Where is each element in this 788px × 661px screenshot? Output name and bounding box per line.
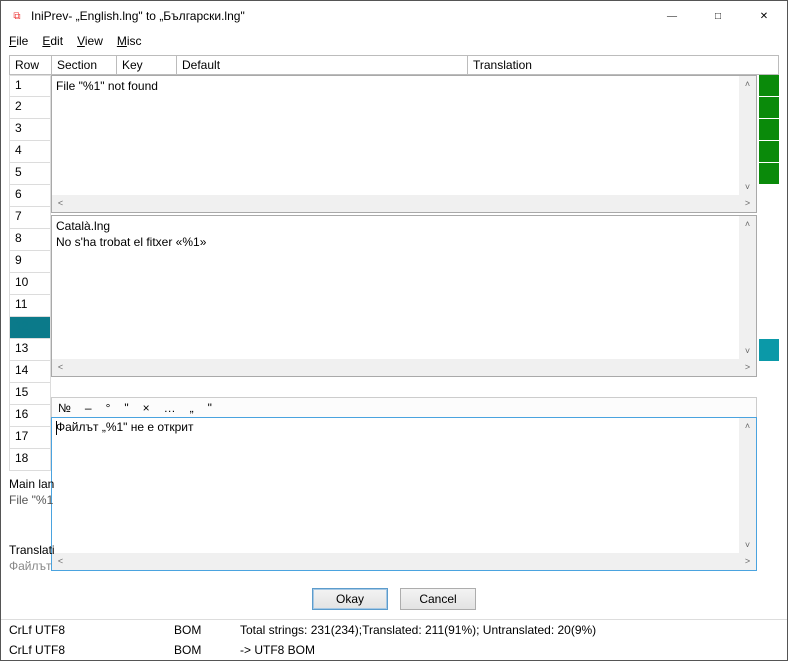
row-num[interactable]: 1 xyxy=(9,75,51,97)
col-default[interactable]: Default xyxy=(176,55,467,75)
menu-edit[interactable]: Edit xyxy=(42,34,63,48)
hscrollbar[interactable]: ˂ ˃ xyxy=(52,195,756,212)
menu-view[interactable]: View xyxy=(77,34,103,48)
dialog-buttons: Okay Cancel xyxy=(1,579,787,619)
insert-lowquote[interactable]: „ xyxy=(190,401,194,415)
status-cell xyxy=(759,97,779,119)
insert-toolbar: № – ° " × … „ " xyxy=(51,397,757,417)
scroll-up-icon[interactable]: ˄ xyxy=(739,216,756,233)
col-section[interactable]: Section xyxy=(51,55,116,75)
status-strip xyxy=(759,75,779,185)
reference-text[interactable]: Català.lng No s'ha trobat el fitxer «%1» xyxy=(52,216,756,252)
row-num[interactable]: 9 xyxy=(9,251,51,273)
scroll-left-icon[interactable]: ˂ xyxy=(52,195,69,212)
translation-text: Файлът „%1" не е открит xyxy=(56,420,193,434)
vscrollbar[interactable]: ˄ ˅ xyxy=(739,418,756,554)
translation-editor[interactable]: Файлът „%1" не е открит ˄ ˅ ˂ ˃ xyxy=(51,417,757,571)
row-number-strip: 1 2 3 4 5 6 7 8 9 10 11 12 13 14 15 16 1… xyxy=(9,75,51,471)
main-language-label: Main lan xyxy=(9,477,54,491)
scroll-down-icon[interactable]: ˅ xyxy=(739,179,756,196)
translation-preview: Файлът xyxy=(9,559,52,573)
row-num[interactable]: 5 xyxy=(9,163,51,185)
minimize-button[interactable]: — xyxy=(649,1,695,31)
row-num-selected[interactable]: 12 xyxy=(9,317,51,339)
row-num[interactable]: 18 xyxy=(9,449,51,471)
status-bar-row2: CrLf UTF8 BOM -> UTF8 BOM xyxy=(1,640,787,660)
insert-closequote[interactable]: " xyxy=(208,401,212,415)
row-num[interactable]: 6 xyxy=(9,185,51,207)
scroll-up-icon[interactable]: ˄ xyxy=(739,76,756,93)
scroll-right-icon[interactable]: ˃ xyxy=(739,553,756,570)
insert-numero[interactable]: № xyxy=(58,401,71,415)
save-encoding: -> UTF8 BOM xyxy=(240,643,779,657)
cancel-button[interactable]: Cancel xyxy=(400,588,476,610)
bom-source: BOM xyxy=(174,623,240,637)
insert-times[interactable]: × xyxy=(143,401,150,415)
col-key[interactable]: Key xyxy=(116,55,176,75)
ok-button[interactable]: Okay xyxy=(312,588,388,610)
col-row[interactable]: Row xyxy=(9,55,51,75)
row-num[interactable]: 8 xyxy=(9,229,51,251)
row-num[interactable]: 7 xyxy=(9,207,51,229)
row-num[interactable]: 14 xyxy=(9,361,51,383)
row-num[interactable]: 10 xyxy=(9,273,51,295)
bom-target: BOM xyxy=(174,643,240,657)
vscrollbar[interactable]: ˄ ˅ xyxy=(739,216,756,360)
column-headers: Row Section Key Default Translation xyxy=(9,55,779,75)
content-area: Row Section Key Default Translation 1 2 … xyxy=(1,51,787,579)
reference-panel: Català.lng No s'ha trobat el fitxer «%1»… xyxy=(51,215,757,377)
row-num[interactable]: 3 xyxy=(9,119,51,141)
scroll-right-icon[interactable]: ˃ xyxy=(739,359,756,376)
status-bar-row1: CrLf UTF8 BOM Total strings: 231(234);Tr… xyxy=(1,619,787,640)
selected-row-mark xyxy=(759,339,779,361)
status-cell xyxy=(759,75,779,97)
scroll-left-icon[interactable]: ˂ xyxy=(52,359,69,376)
encoding-target: CrLf UTF8 xyxy=(9,643,174,657)
status-cell xyxy=(759,163,779,185)
scroll-right-icon[interactable]: ˃ xyxy=(739,195,756,212)
insert-dquote[interactable]: " xyxy=(124,401,128,415)
row-num[interactable]: 13 xyxy=(9,339,51,361)
scroll-up-icon[interactable]: ˄ xyxy=(739,418,756,435)
translation-label: Translati xyxy=(9,543,55,557)
app-icon: ⧉ xyxy=(9,8,25,24)
scroll-down-icon[interactable]: ˅ xyxy=(739,343,756,360)
col-translation[interactable]: Translation xyxy=(467,55,779,75)
title-bar: ⧉ IniPrev- „English.lng" to „Български.l… xyxy=(1,1,787,31)
stats-text: Total strings: 231(234);Translated: 211(… xyxy=(240,623,779,637)
status-cell xyxy=(759,141,779,163)
main-language-preview: File "%1 xyxy=(9,493,53,507)
scroll-down-icon[interactable]: ˅ xyxy=(739,537,756,554)
row-num[interactable]: 15 xyxy=(9,383,51,405)
reference-line: No s'ha trobat el fitxer «%1» xyxy=(56,234,752,250)
encoding-source: CrLf UTF8 xyxy=(9,623,174,637)
vscrollbar[interactable]: ˄ ˅ xyxy=(739,76,756,196)
row-num[interactable]: 11 xyxy=(9,295,51,317)
row-num[interactable]: 2 xyxy=(9,97,51,119)
row-num[interactable]: 4 xyxy=(9,141,51,163)
status-cell xyxy=(759,119,779,141)
insert-ellipsis[interactable]: … xyxy=(164,401,176,415)
menu-misc[interactable]: Misc xyxy=(117,34,142,48)
source-text-panel: File "%1" not found ˄ ˅ ˂ ˃ xyxy=(51,75,757,213)
maximize-button[interactable]: □ xyxy=(695,1,741,31)
row-num[interactable]: 17 xyxy=(9,427,51,449)
insert-degree[interactable]: ° xyxy=(106,401,111,415)
menu-bar: File Edit View Misc xyxy=(1,31,787,51)
menu-file[interactable]: File xyxy=(9,34,28,48)
hscrollbar[interactable]: ˂ ˃ xyxy=(52,553,756,570)
close-button[interactable]: ✕ xyxy=(741,1,787,31)
insert-endash[interactable]: – xyxy=(85,401,92,415)
window-title: IniPrev- „English.lng" to „Български.lng… xyxy=(31,9,649,23)
row-num[interactable]: 16 xyxy=(9,405,51,427)
hscrollbar[interactable]: ˂ ˃ xyxy=(52,359,756,376)
reference-filename: Català.lng xyxy=(56,218,752,234)
source-text[interactable]: File "%1" not found xyxy=(52,76,756,96)
